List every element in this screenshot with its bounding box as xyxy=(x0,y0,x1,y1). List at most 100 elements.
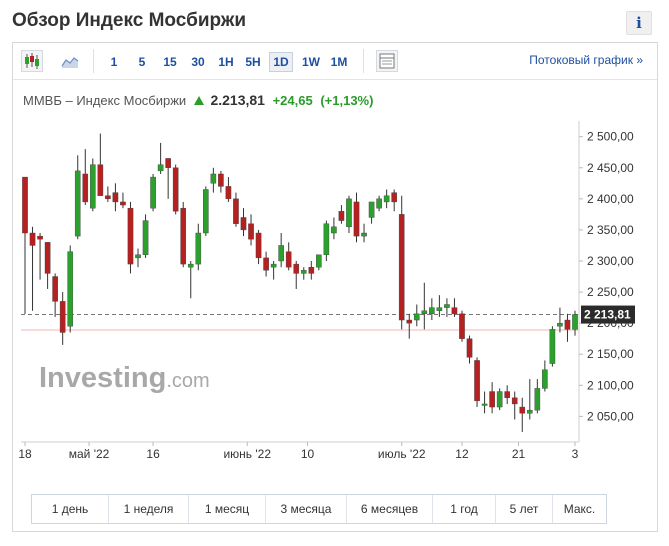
candle-body xyxy=(542,369,548,389)
x-tick-label: 10 xyxy=(301,447,315,461)
page-header: Обзор Индекс Мосбиржи i xyxy=(0,0,669,40)
candle-body xyxy=(29,232,36,246)
candle-body xyxy=(421,310,428,315)
candle-body xyxy=(331,226,337,234)
candle-body xyxy=(308,267,315,274)
candle-body xyxy=(466,338,473,358)
range-button[interactable]: 1 день xyxy=(32,495,109,523)
candle-body xyxy=(210,173,217,184)
candle-body xyxy=(74,170,81,237)
candle-body xyxy=(323,223,330,255)
candle-body xyxy=(391,192,397,203)
candle-body xyxy=(150,176,156,209)
range-button[interactable]: 1 неделя xyxy=(109,495,189,523)
candle-body xyxy=(22,176,28,234)
candle-body xyxy=(346,198,352,228)
candle-body xyxy=(105,195,111,200)
candle-body xyxy=(564,319,571,330)
candle-body xyxy=(59,301,66,333)
candle-body xyxy=(187,263,194,268)
candle-body xyxy=(278,245,284,262)
x-tick-label: 21 xyxy=(512,447,526,461)
candle-body xyxy=(406,319,413,324)
time-range-selector: 1 день 1 неделя 1 месяц 3 месяца 6 месяцев 1 … xyxy=(31,494,607,524)
candle-body xyxy=(112,192,119,203)
candle-body xyxy=(218,173,224,187)
candle-body xyxy=(534,388,541,411)
candle-body xyxy=(233,198,239,224)
range-button[interactable]: 6 месяцев xyxy=(347,495,433,523)
y-tick-label: 2 100,00 xyxy=(587,378,634,392)
y-tick-label: 2 400,00 xyxy=(587,192,634,206)
candle-body xyxy=(37,235,43,240)
range-button[interactable]: 3 месяца xyxy=(266,495,347,523)
candle-body xyxy=(549,329,556,364)
candle-body xyxy=(67,251,74,327)
candle-body xyxy=(436,307,443,311)
candle-body xyxy=(504,391,510,398)
candle-body xyxy=(293,263,300,274)
candle-body xyxy=(526,409,533,414)
y-tick-label: 2 350,00 xyxy=(587,223,634,237)
candle-body xyxy=(203,189,209,234)
x-tick-label: 12 xyxy=(455,447,469,461)
candle-body xyxy=(142,220,149,255)
candle-body xyxy=(157,164,164,172)
candle-body xyxy=(300,270,307,274)
candle-body xyxy=(429,307,435,315)
x-tick-label: июнь '22 xyxy=(223,447,271,461)
candle-body xyxy=(353,201,360,237)
candle-body xyxy=(444,304,450,308)
x-tick-label: май '22 xyxy=(69,447,110,461)
candle-body xyxy=(519,406,526,414)
candle-body xyxy=(240,217,247,231)
candle-body xyxy=(383,195,390,203)
candle-body xyxy=(44,242,51,274)
candle-body xyxy=(263,257,269,271)
candle-body xyxy=(165,158,171,168)
candle-body xyxy=(338,211,345,221)
candle-body xyxy=(361,232,367,237)
candle-body xyxy=(172,167,179,212)
candle-body xyxy=(135,254,141,259)
candle-body xyxy=(557,322,563,327)
candle-body xyxy=(120,201,126,206)
y-tick-label: 2 450,00 xyxy=(587,161,634,175)
candle-body xyxy=(459,313,465,339)
last-price-tag-label: 2 213,81 xyxy=(584,308,631,322)
x-tick-label: 18 xyxy=(18,447,32,461)
candle-body xyxy=(481,403,488,406)
candle-body xyxy=(316,254,322,268)
candle-body xyxy=(90,164,96,209)
candle-body xyxy=(451,307,458,315)
candle-body xyxy=(413,313,420,321)
candle-body xyxy=(52,276,58,302)
candle-body xyxy=(225,186,232,200)
y-tick-label: 2 300,00 xyxy=(587,254,634,268)
y-tick-label: 2 050,00 xyxy=(587,409,634,423)
chart-widget: 1 5 15 30 1H 5H 1D 1W 1M Потоковый графи… xyxy=(12,42,658,532)
x-tick-label: 3 xyxy=(572,447,579,461)
range-button[interactable]: 1 месяц xyxy=(189,495,266,523)
range-button[interactable]: 5 лет xyxy=(496,495,553,523)
y-tick-label: 2 150,00 xyxy=(587,347,634,361)
candle-body xyxy=(270,263,277,268)
candle-body xyxy=(398,214,405,321)
candle-body xyxy=(474,360,480,402)
candle-body xyxy=(180,207,187,265)
candle-body xyxy=(511,397,518,405)
candlestick-chart[interactable]: 2 500,00 2 450,00 2 400,00 2 350,00 2 300,00… xyxy=(13,43,657,483)
candle-body xyxy=(97,164,104,196)
candle-body xyxy=(368,201,375,218)
y-tick-label: 2 250,00 xyxy=(587,285,634,299)
investing-watermark: Investing.com xyxy=(39,362,210,394)
candle-body xyxy=(489,391,495,408)
info-button[interactable]: i xyxy=(626,11,652,35)
range-button[interactable]: Макс. xyxy=(553,495,606,523)
y-tick-label: 2 500,00 xyxy=(587,130,634,144)
x-tick-label: 16 xyxy=(146,447,160,461)
candle-body xyxy=(572,314,578,330)
candle-body xyxy=(195,232,202,265)
range-button[interactable]: 1 год xyxy=(433,495,496,523)
x-tick-label: июль '22 xyxy=(378,447,426,461)
